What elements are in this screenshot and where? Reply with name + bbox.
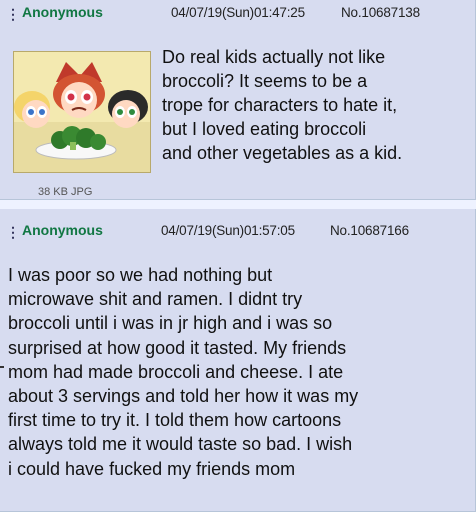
post-image-thumbnail[interactable]	[13, 51, 151, 173]
post-datetime: 04/07/19(Sun)01:47:25	[171, 5, 305, 20]
post-menu-icon[interactable]: ⋮	[6, 224, 20, 241]
post-separator	[0, 200, 476, 209]
post-number-link[interactable]: No.10687138	[341, 5, 420, 20]
post-2-header: ⋮ Anonymous 04/07/19(Sun)01:57:05 No.106…	[0, 221, 476, 243]
edge-mark	[0, 366, 4, 368]
post-1-body: Do real kids actually not like broccoli?…	[162, 47, 403, 163]
post-number-link[interactable]: No.10687166	[330, 223, 409, 238]
post-datetime: 04/07/19(Sun)01:57:05	[161, 223, 295, 238]
post-1-header: ⋮ Anonymous 04/07/19(Sun)01:47:25 No.106…	[0, 3, 476, 25]
post-2-body: I was poor so we had nothing but microwa…	[8, 265, 359, 479]
post-menu-icon[interactable]: ⋮	[6, 6, 20, 23]
post-1: ⋮ Anonymous 04/07/19(Sun)01:47:25 No.106…	[0, 0, 476, 200]
file-info: 38 KB JPG	[38, 186, 93, 198]
poster-name: Anonymous	[22, 4, 103, 20]
poster-name: Anonymous	[22, 222, 103, 238]
cartoon-characters-image	[14, 52, 150, 172]
